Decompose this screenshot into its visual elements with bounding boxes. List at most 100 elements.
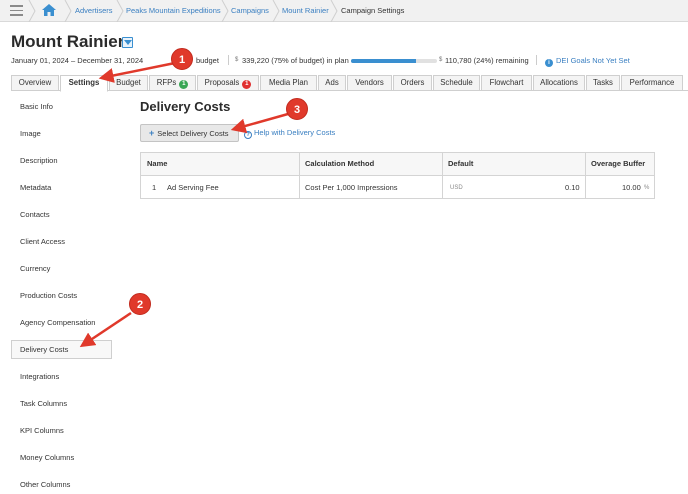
sidebar-item-contacts[interactable]: Contacts: [20, 210, 50, 219]
breadcrumb-separator: [64, 0, 72, 22]
sidebar-item-money-columns[interactable]: Money Columns: [20, 453, 74, 462]
sidebar-item-agency-compensation[interactable]: Agency Compensation: [20, 318, 95, 327]
menu-icon[interactable]: [10, 5, 23, 16]
sidebar-item-production-costs[interactable]: Production Costs: [20, 291, 77, 300]
rfps-count-badge: 1: [179, 80, 189, 89]
top-bar: Advertisers Peaks Mountain Expeditions C…: [0, 0, 688, 22]
sidebar-item-delivery-costs[interactable]: Delivery Costs: [20, 345, 68, 354]
sidebar-item-basic-info[interactable]: Basic Info: [20, 102, 53, 111]
tab-label: Budget: [116, 78, 141, 87]
tab-orders[interactable]: Orders: [393, 75, 432, 91]
remaining-amount: 110,780 (24%) remaining: [445, 56, 529, 65]
annotation-marker-2: 2: [129, 293, 151, 315]
tab-label: Media Plan: [268, 78, 308, 87]
tab-vendors[interactable]: Vendors: [347, 75, 392, 91]
tab-budget[interactable]: Budget: [109, 75, 148, 91]
breadcrumb-separator: [330, 0, 338, 22]
help-link-label: Help with Delivery Costs: [254, 128, 336, 137]
tab-allocations[interactable]: Allocations: [533, 75, 585, 91]
tab-label: RFPs: [156, 78, 177, 87]
campaign-dates: January 01, 2024 – December 31, 2024: [11, 56, 144, 65]
tab-flowchart[interactable]: Flowchart: [481, 75, 532, 91]
tab-media-plan[interactable]: Media Plan: [260, 75, 317, 91]
plus-icon: +: [149, 128, 155, 138]
breadcrumb-separator: [116, 0, 124, 22]
tab-label: Vendors: [355, 78, 384, 87]
sidebar-item-image[interactable]: Image: [20, 129, 41, 138]
row-name: Ad Serving Fee: [167, 183, 219, 192]
budget-progress-bar: [351, 59, 437, 63]
arrow-3: [230, 112, 289, 134]
row-buffer-unit: %: [644, 185, 650, 191]
home-icon[interactable]: [41, 3, 57, 17]
budget-label: budget: [196, 56, 219, 65]
sidebar-item-kpi-columns[interactable]: KPI Columns: [20, 426, 64, 435]
help-icon: ?: [244, 131, 252, 139]
tab-proposals[interactable]: Proposals 1: [197, 75, 259, 91]
annotation-marker-1: 1: [171, 48, 193, 70]
budget-progress-fill: [351, 59, 416, 63]
sidebar-item-metadata[interactable]: Metadata: [20, 183, 51, 192]
divider: [536, 55, 537, 65]
select-delivery-costs-label: Select Delivery Costs: [157, 129, 229, 138]
tab-rfps[interactable]: RFPs 1: [149, 75, 196, 91]
in-plan-amount: 339,220 (75% of budget) in plan: [242, 56, 349, 65]
tab-label: Overview: [18, 78, 52, 87]
sidebar-item-task-columns[interactable]: Task Columns: [20, 399, 67, 408]
row-index: 1: [152, 183, 157, 192]
select-delivery-costs-button[interactable]: + Select Delivery Costs: [140, 124, 239, 142]
page-title: Mount Rainier: [11, 32, 125, 51]
row-currency: USD: [450, 185, 463, 191]
breadcrumb-advertisers[interactable]: Advertisers: [75, 6, 113, 15]
tab-label: Performance: [629, 78, 675, 87]
tab-label: Proposals: [204, 78, 240, 87]
column-divider: [585, 153, 586, 198]
dei-goals-link[interactable]: i DEI Goals Not Yet Set: [545, 56, 630, 67]
tab-label: Orders: [400, 78, 425, 87]
column-header-overage-buffer: Overage Buffer: [585, 153, 654, 176]
breadcrumb-campaigns[interactable]: Campaigns: [231, 6, 269, 15]
divider: [228, 55, 229, 65]
tab-label: Flowchart: [489, 78, 524, 87]
dei-goals-label: DEI Goals Not Yet Set: [556, 56, 630, 65]
section-heading: Delivery Costs: [140, 99, 231, 114]
breadcrumb-advertiser[interactable]: Peaks Mountain Expeditions: [126, 6, 221, 15]
annotation-marker-3: 3: [286, 98, 308, 120]
row-calculation-method: Cost Per 1,000 Impressions: [305, 183, 398, 192]
tab-label: Ads: [325, 78, 339, 87]
column-header-calculation-method: Calculation Method: [299, 153, 442, 176]
remaining-currency: $: [439, 57, 443, 63]
info-icon: i: [545, 59, 553, 67]
breadcrumb-separator: [28, 0, 36, 22]
tab-ads[interactable]: Ads: [318, 75, 346, 91]
tab-settings[interactable]: Settings: [60, 75, 108, 92]
row-overage-buffer[interactable]: 10.00: [622, 177, 641, 199]
campaign-dropdown-button[interactable]: [122, 37, 133, 48]
proposals-count-badge: 1: [242, 80, 252, 89]
tab-label: Tasks: [593, 78, 613, 87]
sidebar-item-client-access[interactable]: Client Access: [20, 237, 65, 246]
breadcrumb-current: Campaign Settings: [341, 6, 405, 15]
tab-label: Schedule: [440, 78, 473, 87]
sidebar-item-other-columns[interactable]: Other Columns: [20, 480, 70, 489]
tab-overview[interactable]: Overview: [11, 75, 59, 91]
tab-label: Allocations: [540, 78, 578, 87]
column-header-default: Default: [442, 153, 585, 176]
chevron-down-icon: [124, 40, 132, 45]
sidebar-item-currency[interactable]: Currency: [20, 264, 50, 273]
breadcrumb-separator: [221, 0, 229, 22]
delivery-costs-table: Name Calculation Method Default Overage …: [140, 152, 655, 199]
column-divider: [442, 153, 443, 198]
column-header-name: Name: [141, 153, 299, 176]
column-divider: [299, 153, 300, 198]
sidebar-item-integrations[interactable]: Integrations: [20, 372, 59, 381]
help-delivery-costs-link[interactable]: ? Help with Delivery Costs: [244, 128, 335, 139]
tab-tasks[interactable]: Tasks: [586, 75, 620, 91]
sidebar-item-description[interactable]: Description: [20, 156, 58, 165]
breadcrumb-campaign[interactable]: Mount Rainier: [282, 6, 329, 15]
tab-performance[interactable]: Performance: [621, 75, 683, 91]
tab-schedule[interactable]: Schedule: [433, 75, 480, 91]
row-default-value[interactable]: 0.10: [565, 177, 580, 199]
in-plan-currency: $: [235, 57, 239, 63]
breadcrumb-separator: [272, 0, 280, 22]
